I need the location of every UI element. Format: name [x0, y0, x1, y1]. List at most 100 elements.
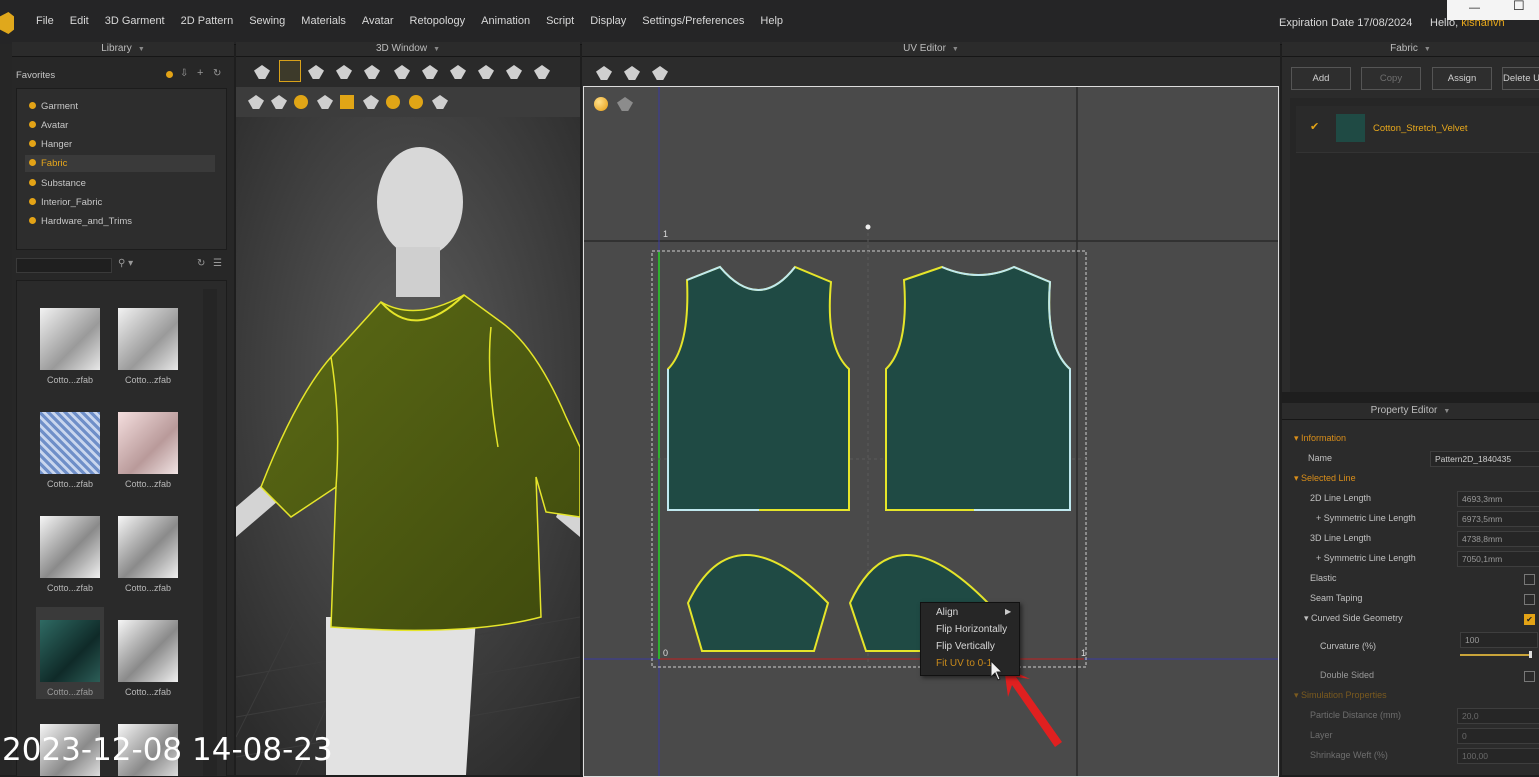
favorite-item-hardware[interactable]: Hardware_and_Trims [29, 213, 132, 230]
fabric-thumb[interactable] [40, 412, 100, 474]
assign-fabric-button[interactable]: Assign [1432, 67, 1492, 90]
dropdown-arrow-icon[interactable]: ▼ [1443, 408, 1450, 415]
library-search-input[interactable] [16, 258, 112, 273]
scrollbar[interactable] [203, 289, 217, 776]
uv-piece-front[interactable] [667, 265, 850, 511]
curvature-slider[interactable] [1460, 654, 1532, 656]
fabric-thumb-selected[interactable] [40, 620, 100, 682]
menu-display[interactable]: Display [582, 15, 634, 27]
uv-snapshot-icon[interactable] [596, 66, 612, 80]
fabric-thumb[interactable] [118, 620, 178, 682]
search-icon[interactable]: ⚲ ▾ [118, 258, 133, 269]
uv-garment-icon[interactable] [624, 66, 640, 80]
minimize-icon[interactable]: — [1469, 2, 1480, 14]
strap-tool-icon[interactable] [506, 65, 522, 79]
menu-retopology[interactable]: Retopology [402, 15, 474, 27]
dropdown-arrow-icon[interactable]: ▼ [1424, 46, 1431, 53]
line-3d-field[interactable]: 4738,8mm [1457, 531, 1539, 547]
menu-file[interactable]: File [28, 15, 62, 27]
menu-item-align[interactable]: Align [936, 607, 958, 618]
download-icon[interactable]: ⇩ [180, 68, 188, 79]
curvature-slider-handle[interactable] [1529, 651, 1532, 658]
3d-viewport[interactable] [236, 117, 580, 775]
double-sided-checkbox[interactable] [1524, 671, 1535, 682]
fabric-list-item[interactable]: ✔ Cotton_Stretch_Velvet [1296, 106, 1539, 153]
hanger-display-icon[interactable] [363, 95, 379, 109]
menu-2d-pattern[interactable]: 2D Pattern [173, 15, 242, 27]
3d-toolbar-primary [236, 57, 580, 87]
uv-piece-sleeve-left[interactable] [686, 554, 830, 652]
maximize-icon[interactable]: ☐ [1513, 0, 1525, 14]
favorite-item-garment[interactable]: Garment [29, 98, 78, 115]
avatar-display-icon[interactable] [317, 95, 333, 109]
dropdown-arrow-icon[interactable]: ▼ [433, 46, 440, 53]
menu-help[interactable]: Help [752, 15, 791, 27]
add-icon[interactable]: + [197, 67, 203, 79]
favorite-icon[interactable] [166, 71, 173, 78]
menu-script[interactable]: Script [538, 15, 582, 27]
menu-item-flip-vertically[interactable]: Flip Vertically [936, 641, 995, 652]
menu-settings[interactable]: Settings/Preferences [634, 15, 752, 27]
sym1-field[interactable]: 6973,5mm [1457, 511, 1539, 527]
fabric-thumb[interactable] [118, 412, 178, 474]
delete-fabric-button[interactable]: Delete U [1502, 67, 1539, 90]
layer-field[interactable]: 0 [1457, 728, 1539, 744]
menu-item-flip-horizontally[interactable]: Flip Horizontally [936, 624, 1007, 635]
fabric-display-icon[interactable] [340, 95, 354, 109]
prop-curved-row[interactable]: ▾ Curved Side Geometry [1286, 609, 1539, 628]
particle-field[interactable]: 20,0 [1457, 708, 1539, 724]
uv-layout-icon[interactable] [652, 66, 668, 80]
globe-icon[interactable] [409, 95, 423, 109]
refresh-icon[interactable]: ↻ [197, 258, 205, 269]
select-tool-icon[interactable] [254, 65, 270, 79]
fold-tool-icon[interactable] [308, 65, 324, 79]
line-2d-field[interactable]: 4693,3mm [1457, 491, 1539, 507]
menu-edit[interactable]: Edit [62, 15, 97, 27]
garment-display-icon[interactable] [271, 95, 287, 109]
section-selected-line[interactable]: ▾ Selected Line [1286, 469, 1539, 488]
pin-tool-icon[interactable] [336, 65, 352, 79]
avatar-head-icon[interactable] [386, 95, 400, 109]
menu-item-fit-uv[interactable]: Fit UV to 0-1 [936, 658, 992, 669]
curved-checkbox-checked[interactable]: ✔ [1524, 614, 1535, 625]
menu-avatar[interactable]: Avatar [354, 15, 402, 27]
menu-animation[interactable]: Animation [473, 15, 538, 27]
elastic-checkbox[interactable] [1524, 574, 1535, 585]
menu-3d-garment[interactable]: 3D Garment [97, 15, 173, 27]
copy-fabric-button[interactable]: Copy [1361, 67, 1421, 90]
graphic-tool-icon[interactable] [534, 65, 550, 79]
arrange-tool-icon[interactable] [450, 65, 466, 79]
dropdown-arrow-icon[interactable]: ▼ [138, 46, 145, 53]
favorite-item-avatar[interactable]: Avatar [29, 117, 68, 134]
section-information[interactable]: ▾ Information [1286, 429, 1539, 448]
menu-materials[interactable]: Materials [293, 15, 354, 27]
uv-piece-back[interactable] [885, 265, 1071, 511]
garment-tool-icon[interactable] [394, 65, 410, 79]
list-view-icon[interactable]: ☰ [213, 258, 222, 269]
seam-taping-checkbox[interactable] [1524, 594, 1535, 605]
display-mode-icon[interactable] [248, 95, 264, 109]
favorite-item-interior-fabric[interactable]: Interior_Fabric [29, 194, 102, 211]
fabric-thumb[interactable] [118, 516, 178, 578]
curvature-field[interactable]: 100 [1460, 632, 1538, 648]
fabric-thumb[interactable] [118, 308, 178, 370]
fabric-thumb[interactable] [40, 308, 100, 370]
name-field[interactable]: Pattern2D_1840435 [1430, 451, 1539, 467]
dropdown-arrow-icon[interactable]: ▼ [952, 46, 959, 53]
move-tool-active-icon[interactable] [279, 60, 301, 82]
sym2-field[interactable]: 7050,1mm [1457, 551, 1539, 567]
shrink-weft-field[interactable]: 100,00 [1457, 748, 1539, 764]
refresh-icon[interactable]: ↻ [213, 68, 221, 79]
favorite-item-hanger[interactable]: Hanger [29, 136, 72, 153]
section-simulation[interactable]: ▾ Simulation Properties [1286, 686, 1539, 705]
texture-icon[interactable] [294, 95, 308, 109]
fabric-thumb[interactable] [40, 516, 100, 578]
measure-tool-icon[interactable] [364, 65, 380, 79]
menu-sewing[interactable]: Sewing [241, 15, 293, 27]
favorite-item-fabric[interactable]: Fabric [25, 155, 215, 172]
add-fabric-button[interactable]: Add [1291, 67, 1351, 90]
favorite-item-substance[interactable]: Substance [29, 175, 86, 192]
sew-tool-icon[interactable] [478, 65, 494, 79]
export-icon[interactable] [432, 95, 448, 109]
tack-tool-icon[interactable] [422, 65, 438, 79]
